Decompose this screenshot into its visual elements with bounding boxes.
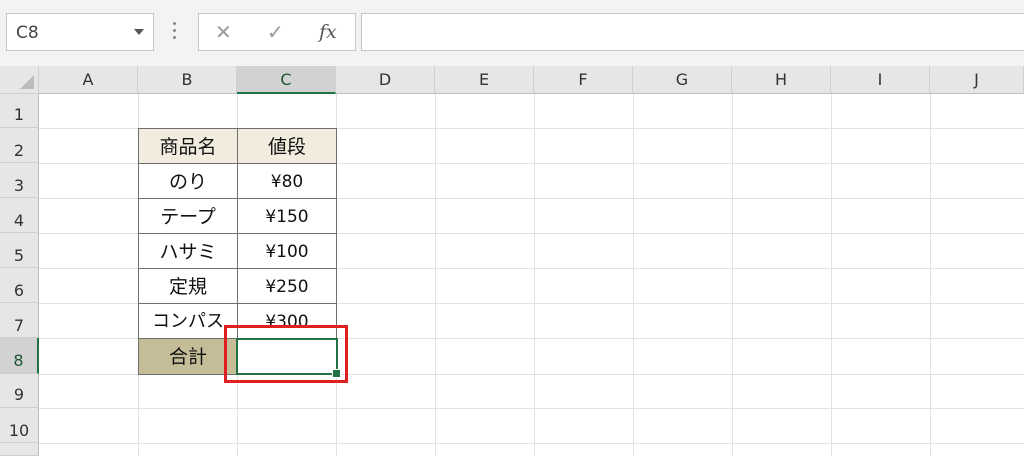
cell-b4[interactable]: テープ bbox=[138, 198, 238, 234]
column-header-i[interactable]: I bbox=[831, 66, 930, 94]
row-header-7[interactable]: 7 bbox=[0, 303, 39, 338]
enter-icon[interactable]: ✓ bbox=[267, 20, 284, 44]
highlight-box bbox=[224, 325, 348, 383]
cell-c4[interactable]: ¥150 bbox=[237, 198, 337, 234]
name-box[interactable]: C8 bbox=[6, 13, 154, 51]
column-header-d[interactable]: D bbox=[336, 66, 435, 94]
insert-function-icon[interactable]: fx bbox=[319, 21, 337, 43]
column-header-j[interactable]: J bbox=[930, 66, 1024, 94]
cell-b8-total-label[interactable]: 合計 bbox=[138, 338, 238, 375]
column-header-a[interactable]: A bbox=[39, 66, 138, 94]
cell-c6[interactable]: ¥250 bbox=[237, 268, 337, 304]
cell-c2[interactable]: 値段 bbox=[237, 128, 337, 164]
column-header-c[interactable]: C bbox=[237, 66, 336, 94]
column-header-b[interactable]: B bbox=[138, 66, 237, 94]
row-header-11[interactable] bbox=[0, 443, 39, 456]
row-header-9[interactable]: 9 bbox=[0, 374, 39, 408]
row-header-2[interactable]: 2 bbox=[0, 128, 39, 163]
cell-b7[interactable]: コンパス bbox=[138, 303, 238, 339]
row-header-6[interactable]: 6 bbox=[0, 268, 39, 303]
cell-b5[interactable]: ハサミ bbox=[138, 233, 238, 269]
cell-b3[interactable]: のり bbox=[138, 163, 238, 199]
formula-input[interactable] bbox=[361, 13, 1024, 51]
name-box-value: C8 bbox=[16, 23, 39, 43]
select-all-button[interactable] bbox=[0, 66, 39, 94]
row-header-5[interactable]: 5 bbox=[0, 233, 39, 268]
column-header-g[interactable]: G bbox=[633, 66, 732, 94]
row-header-1[interactable]: 1 bbox=[0, 94, 39, 128]
cell-b6[interactable]: 定規 bbox=[138, 268, 238, 304]
column-header-e[interactable]: E bbox=[435, 66, 534, 94]
row-header-3[interactable]: 3 bbox=[0, 163, 39, 198]
row-header-8[interactable]: 8 bbox=[0, 338, 39, 374]
row-header-4[interactable]: 4 bbox=[0, 198, 39, 233]
cell-c5[interactable]: ¥100 bbox=[237, 233, 337, 269]
column-header-f[interactable]: F bbox=[534, 66, 633, 94]
cell-b2[interactable]: 商品名 bbox=[138, 128, 238, 164]
cancel-icon[interactable]: ✕ bbox=[215, 20, 232, 44]
formula-bar: C8 ✕ ✓ fx bbox=[0, 0, 1024, 66]
more-options-icon bbox=[173, 22, 177, 42]
column-header-h[interactable]: H bbox=[732, 66, 831, 94]
chevron-down-icon[interactable] bbox=[134, 29, 144, 35]
row-header-10[interactable]: 10 bbox=[0, 408, 39, 443]
cell-c3[interactable]: ¥80 bbox=[237, 163, 337, 199]
formula-controls: ✕ ✓ fx bbox=[198, 13, 356, 51]
